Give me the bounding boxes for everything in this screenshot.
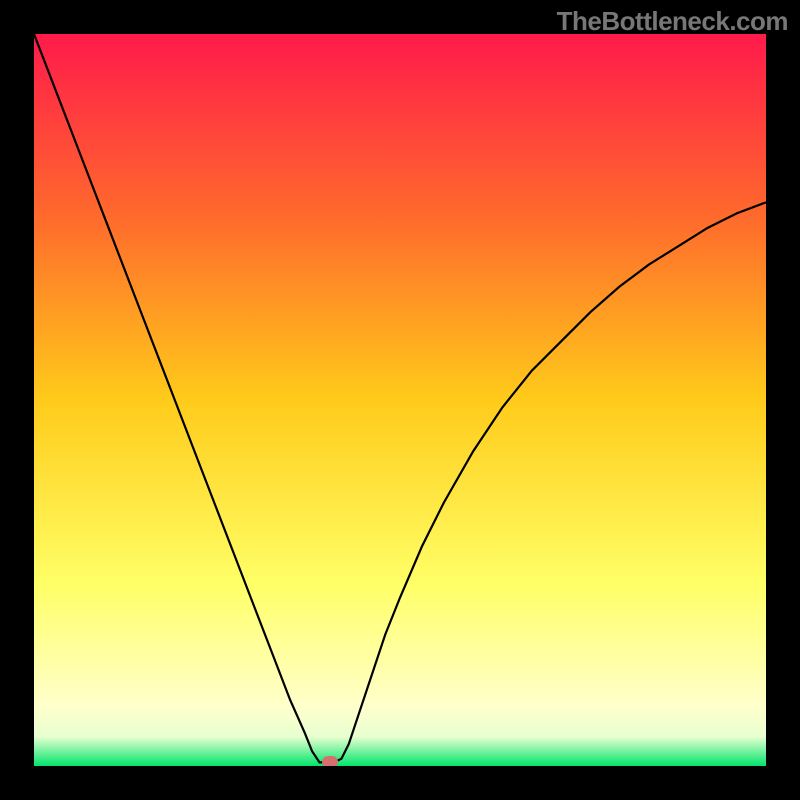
plot-area [34, 34, 766, 766]
watermark-text: TheBottleneck.com [557, 6, 788, 37]
optimum-marker [322, 756, 338, 766]
bottleneck-curve [34, 34, 766, 766]
